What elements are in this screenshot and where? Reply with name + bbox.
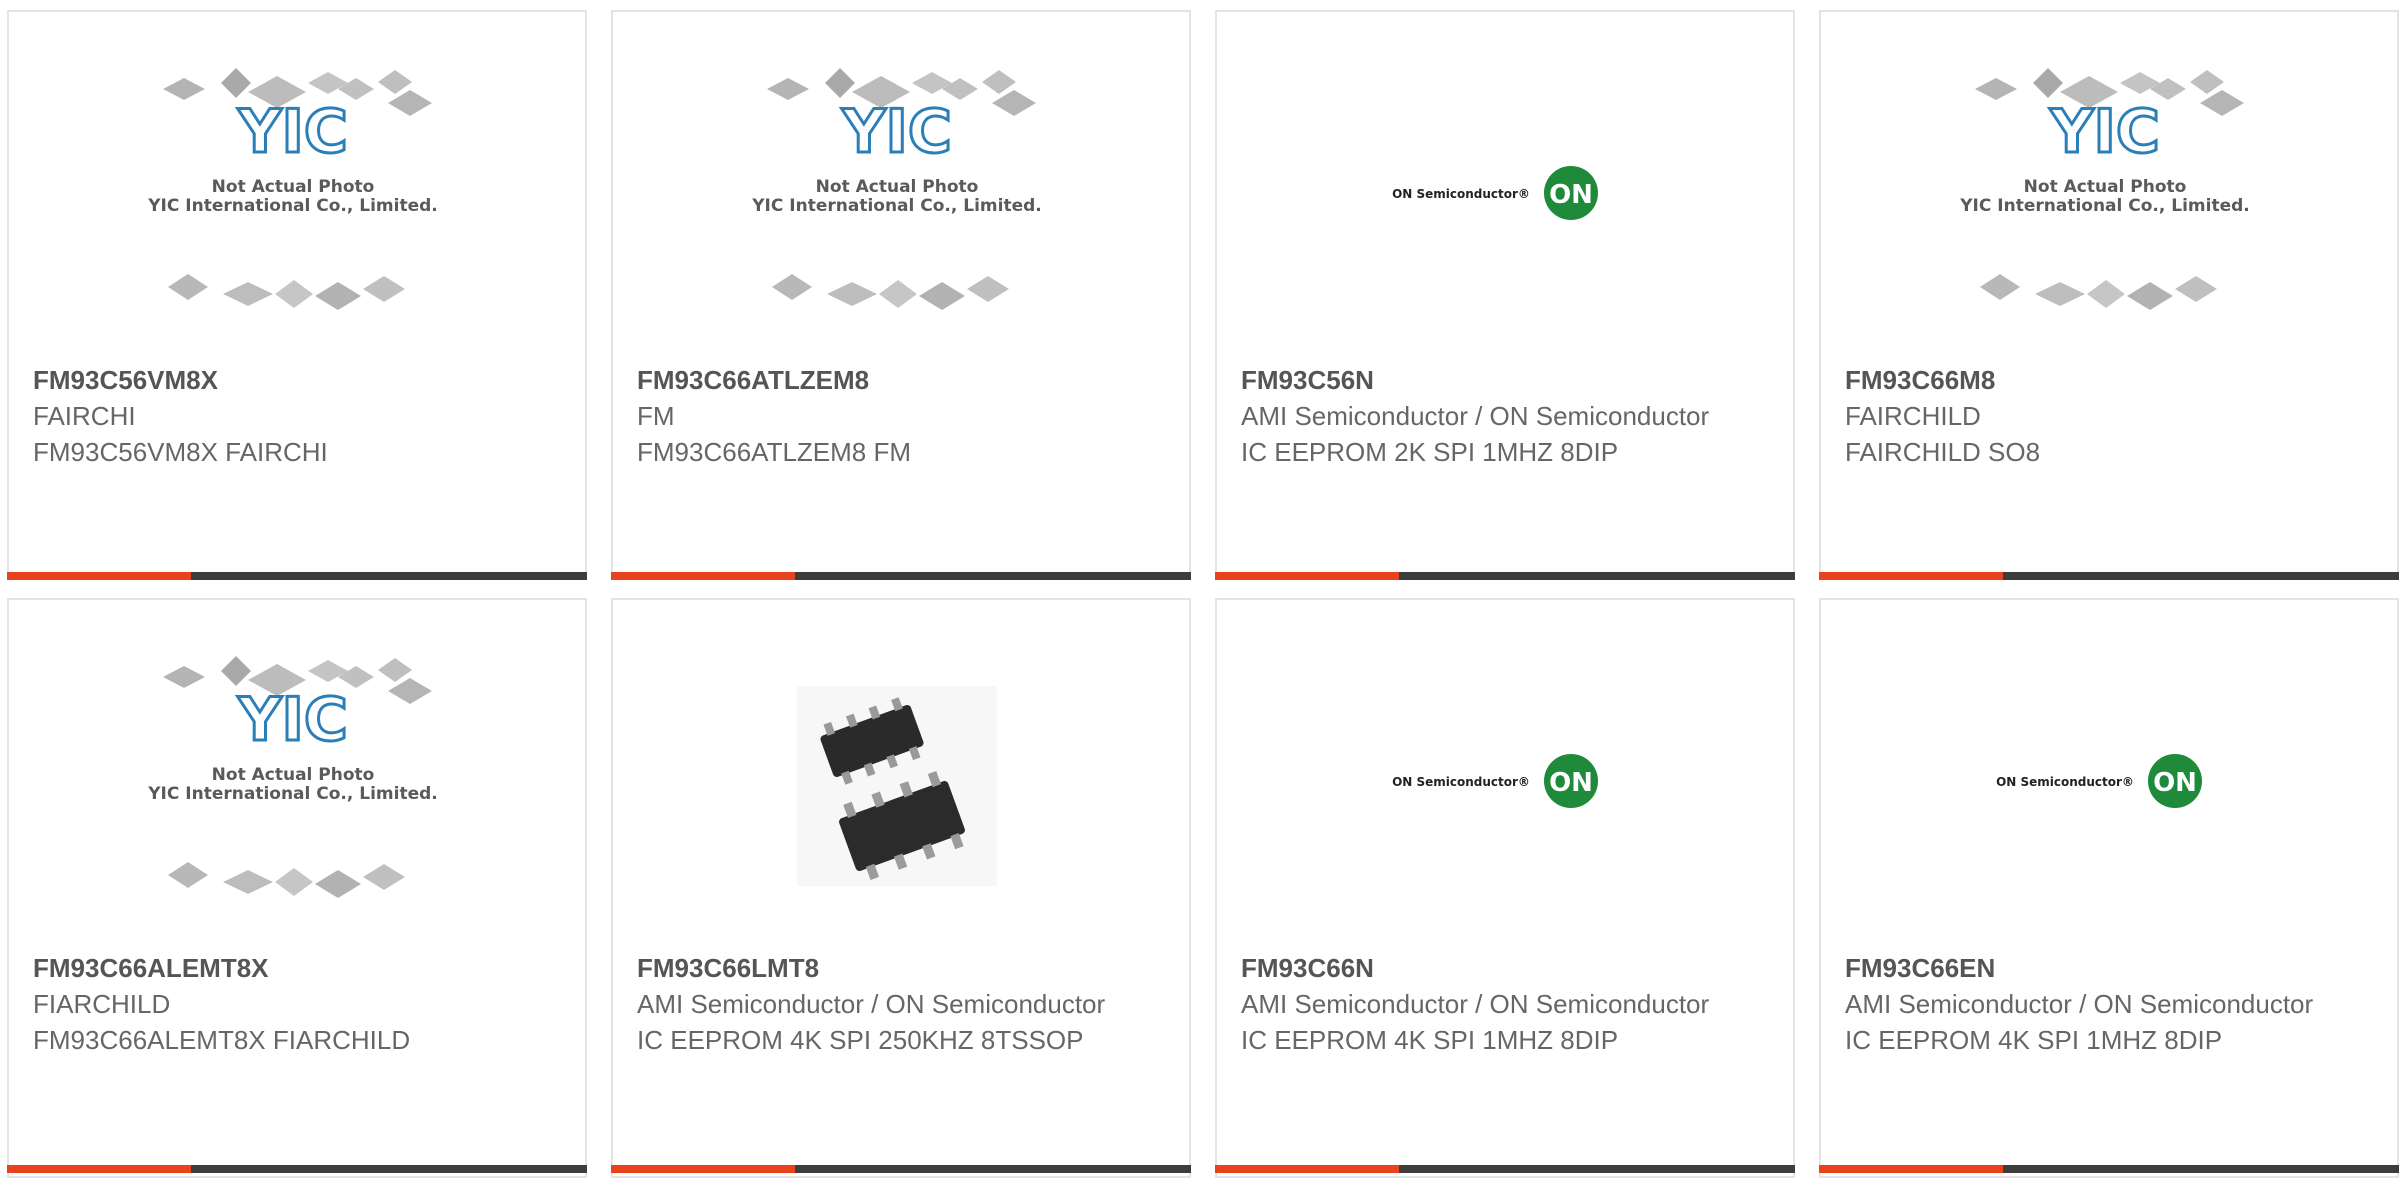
product-card[interactable]: ON Semiconductor® ON FM93C66EN AMI Semicon… <box>1819 598 2399 1178</box>
on-semiconductor-wordmark: ON Semiconductor® <box>1392 775 1530 789</box>
product-card[interactable]: YIC Not Actual Photo YIC International Co.… <box>611 10 1191 580</box>
svg-text:ON: ON <box>2153 768 2197 798</box>
description-label: FAIRCHILD SO8 <box>1845 437 2041 467</box>
manufacturer-label: FIARCHILD <box>33 989 171 1019</box>
manufacturer-label: FAIRCHI <box>33 401 136 431</box>
on-semiconductor-logo[interactable]: ON Semiconductor® ON <box>1821 600 2397 950</box>
card-bottom-bar <box>611 572 1191 580</box>
svg-text:Not Actual Photo: Not Actual Photo <box>816 177 979 197</box>
on-semiconductor-wordmark: ON Semiconductor® <box>1392 187 1530 201</box>
card-bottom-bar <box>1215 572 1795 580</box>
svg-text:Not Actual Photo: Not Actual Photo <box>212 177 375 197</box>
card-bottom-bar <box>1819 1165 2399 1173</box>
yic-placeholder-icon[interactable]: YIC Not Actual PhotoYIC International Co.… <box>9 600 585 950</box>
description-label: FM93C66ATLZEM8 FM <box>637 437 912 467</box>
card-bottom-bar <box>7 572 587 580</box>
part-number-link[interactable]: FM93C66ALEMT8X <box>33 950 561 986</box>
part-number-link[interactable]: FM93C66ATLZEM8 <box>637 362 1165 398</box>
card-bottom-bar <box>611 1165 1191 1173</box>
description-label: IC EEPROM 2K SPI 1MHZ 8DIP <box>1241 437 1619 467</box>
manufacturer-label: AMI Semiconductor / ON Semiconductor <box>1241 989 1710 1019</box>
part-number-link[interactable]: FM93C66N <box>1241 950 1769 986</box>
description-label: FM93C56VM8X FAIRCHI <box>33 437 328 467</box>
part-number-link[interactable]: FM93C66LMT8 <box>637 950 1165 986</box>
yic-logo-text: YIC <box>2049 97 2160 167</box>
card-accent-stripe <box>1819 572 2003 580</box>
product-grid: YIC Not Actual Photo YIC International Co.… <box>0 0 2400 1178</box>
manufacturer-label: FM <box>637 401 675 431</box>
card-bottom-bar <box>7 1165 587 1173</box>
product-info: FM93C66ATLZEM8 FM FM93C66ATLZEM8 FM <box>637 362 1165 470</box>
yic-logo-text: YIC <box>841 97 952 167</box>
card-bottom-bar <box>1819 572 2399 580</box>
product-info: FM93C66EN AMI Semiconductor / ON Semicond… <box>1845 950 2373 1058</box>
part-number-link[interactable]: FM93C56N <box>1241 362 1769 398</box>
on-semiconductor-wordmark: ON Semiconductor® <box>1996 775 2134 789</box>
card-accent-stripe <box>1215 1165 1399 1173</box>
yic-placeholder-icon[interactable]: YIC Not Actual PhotoYIC International Co.… <box>613 12 1189 362</box>
product-info: FM93C56N AMI Semiconductor / ON Semicondu… <box>1241 362 1769 470</box>
card-accent-stripe <box>611 1165 795 1173</box>
product-card[interactable]: FM93C66LMT8 AMI Semiconductor / ON Semico… <box>611 598 1191 1178</box>
yic-placeholder-icon[interactable]: YIC Not Actual PhotoYIC International Co.… <box>1821 12 2397 362</box>
card-accent-stripe <box>7 1165 191 1173</box>
yic-logo-text: YIC <box>237 685 348 755</box>
card-accent-stripe <box>611 572 795 580</box>
product-info: FM93C56VM8X FAIRCHI FM93C56VM8X FAIRCHI <box>33 362 561 470</box>
tssop-chip-photo[interactable] <box>613 600 1189 950</box>
yic-logo-text: YIC <box>237 97 348 167</box>
product-card[interactable]: ON Semiconductor® ON FM93C66N AMI Semicond… <box>1215 598 1795 1178</box>
description-label: IC EEPROM 4K SPI 1MHZ 8DIP <box>1241 1025 1619 1055</box>
product-info: FM93C66LMT8 AMI Semiconductor / ON Semico… <box>637 950 1165 1058</box>
card-bottom-bar <box>1215 1165 1795 1173</box>
product-card[interactable]: YIC Not Actual Photo YIC International Co.… <box>1819 10 2399 580</box>
svg-text:Not Actual Photo: Not Actual Photo <box>2024 177 2187 197</box>
part-number-link[interactable]: FM93C56VM8X <box>33 362 561 398</box>
svg-text:ON: ON <box>1549 180 1593 210</box>
description-label: IC EEPROM 4K SPI 250KHZ 8TSSOP <box>637 1025 1084 1055</box>
card-accent-stripe <box>1819 1165 2003 1173</box>
product-card[interactable]: ON Semiconductor® ON FM93C56N AMI Semicond… <box>1215 10 1795 580</box>
manufacturer-label: AMI Semiconductor / ON Semiconductor <box>1845 989 2314 1019</box>
part-number-link[interactable]: FM93C66EN <box>1845 950 2373 986</box>
product-info: FM93C66ALEMT8X FIARCHILD FM93C66ALEMT8X FI… <box>33 950 561 1058</box>
product-card[interactable]: YIC Not Actual Photo YIC International Co.… <box>7 10 587 580</box>
description-label: IC EEPROM 4K SPI 1MHZ 8DIP <box>1845 1025 2223 1055</box>
description-label: FM93C66ALEMT8X FIARCHILD <box>33 1025 411 1055</box>
svg-text:Not Actual Photo: Not Actual Photo <box>212 765 375 785</box>
svg-text:YIC International Co., Limited: YIC International Co., Limited. <box>147 784 438 804</box>
yic-placeholder-icon[interactable]: YIC Not Actual PhotoYIC International Co.… <box>9 12 585 362</box>
product-card[interactable]: YIC Not Actual Photo YIC International Co.… <box>7 598 587 1178</box>
svg-text:YIC International Co., Limited: YIC International Co., Limited. <box>1959 196 2250 216</box>
card-accent-stripe <box>7 572 191 580</box>
svg-text:ON: ON <box>1549 768 1593 798</box>
manufacturer-label: FAIRCHILD <box>1845 401 1981 431</box>
on-semiconductor-logo[interactable]: ON Semiconductor® ON <box>1217 600 1793 950</box>
part-number-link[interactable]: FM93C66M8 <box>1845 362 2373 398</box>
card-accent-stripe <box>1215 572 1399 580</box>
product-info: FM93C66M8 FAIRCHILD FAIRCHILD SO8 <box>1845 362 2373 470</box>
manufacturer-label: AMI Semiconductor / ON Semiconductor <box>637 989 1106 1019</box>
svg-text:YIC International Co., Limited: YIC International Co., Limited. <box>751 196 1042 216</box>
manufacturer-label: AMI Semiconductor / ON Semiconductor <box>1241 401 1710 431</box>
svg-text:YIC International Co., Limited: YIC International Co., Limited. <box>147 196 438 216</box>
product-info: FM93C66N AMI Semiconductor / ON Semicondu… <box>1241 950 1769 1058</box>
on-semiconductor-logo[interactable]: ON Semiconductor® ON <box>1217 12 1793 362</box>
